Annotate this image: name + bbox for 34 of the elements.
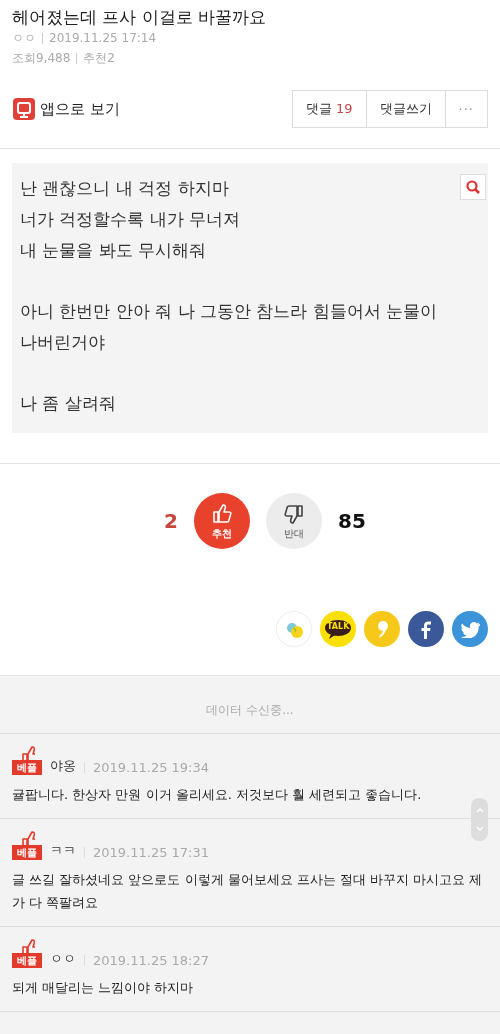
app-view-link[interactable]: 앱으로 보기	[12, 97, 120, 121]
chat-bubble-icon	[324, 618, 352, 640]
comment-text: 귤팝니다. 한상자 만원 이거 올리세요. 저것보다 훨 세련되고 좋습니다.	[12, 786, 423, 804]
post-title: 헤어졌는데 프사 이걸로 바꿀까요	[12, 6, 268, 28]
downvote-count: 85	[338, 509, 366, 533]
quote-paragraph: 아니 한번만 안아 줘 나 그동안 참느라 힘들어서 눈물이 나버린거야	[20, 300, 439, 354]
loading-text: 데이터 수신중...	[0, 676, 500, 734]
downvote-button[interactable]: 반대	[266, 493, 323, 549]
comment-author: 야옹	[50, 757, 76, 775]
upvote-button[interactable]: 추천	[194, 493, 251, 549]
share-button[interactable]: TALK	[320, 611, 356, 647]
comment-author: ㅇㅇ	[50, 950, 76, 968]
comment-date: 2019.11.25 17:31	[93, 845, 210, 860]
quote-paragraph: 난 괜찮으니 내 걱정 하지마 너가 걱정할수록 내가 무너져 내 눈물을 봐도 무시해줘	[20, 177, 242, 262]
author-name: ㅇㅇ	[12, 30, 36, 47]
post-date: 2019.11.25 17:14	[49, 30, 157, 47]
share-button[interactable]	[452, 611, 488, 647]
comment-text: 글 쓰길 잘하셨네요 앞으로도 이렇게 물어보세요 프사는 절대 바꾸지 마시고요 제가 다 쪽팔려요	[12, 871, 484, 912]
best-badge: 베플	[12, 760, 42, 775]
upvote-count: 2	[164, 509, 179, 533]
talk-label: TALK	[327, 621, 350, 631]
search-icon	[466, 180, 480, 194]
best-badge: 베플	[12, 953, 42, 968]
bird-icon	[459, 620, 481, 638]
recommend-count: 추천2	[83, 50, 115, 67]
search-button[interactable]	[460, 174, 486, 200]
share-button[interactable]	[408, 611, 444, 647]
best-badge: 베플	[12, 845, 42, 860]
comment-text: 되게 매달리는 느낌이야 하지마	[12, 979, 195, 997]
comment-date: 2019.11.25 18:27	[93, 953, 210, 968]
comment-date: 2019.11.25 19:34	[93, 760, 210, 775]
comment-author: ㅋㅋ	[50, 842, 76, 860]
view-count: 조회9,488	[12, 50, 71, 67]
quote-paragraph: 나 좀 살려줘	[20, 392, 117, 415]
